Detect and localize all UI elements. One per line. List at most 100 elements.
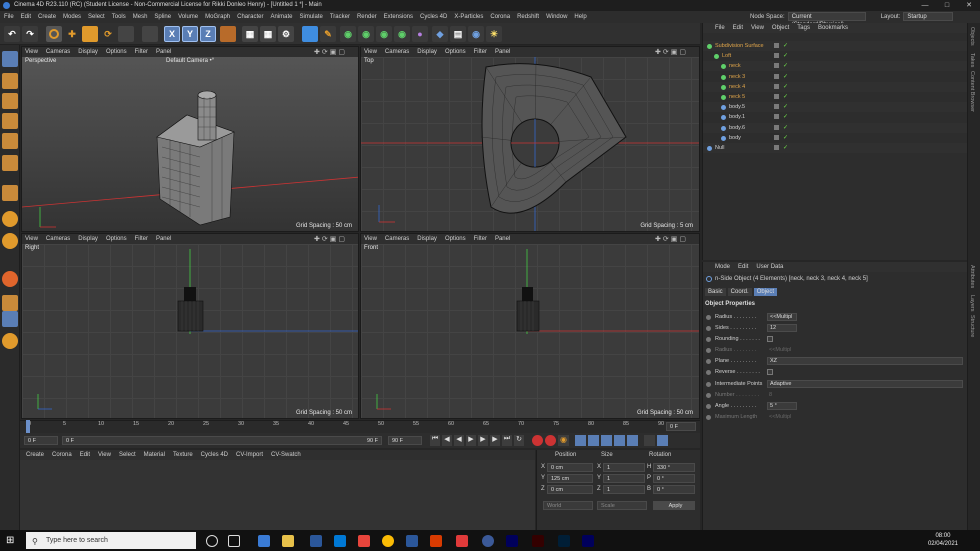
solo-icon[interactable] (2, 295, 18, 311)
cinema4d-taskbar-icon[interactable] (482, 535, 494, 547)
keyframe-dot-icon[interactable] (706, 370, 711, 375)
snap-settings-icon[interactable] (2, 233, 18, 249)
menu-create[interactable]: Create (38, 14, 56, 20)
layer-tag-icon[interactable] (774, 145, 779, 150)
cloner-icon[interactable]: ◉ (358, 26, 374, 42)
layout-dropdown[interactable]: Startup (903, 12, 954, 21)
viewport-right[interactable]: View Cameras Display Options Filter Panel ✚⟳▣… (21, 233, 359, 419)
object-row[interactable]: body.6 ✓ (703, 122, 968, 133)
edge-icon[interactable] (258, 535, 270, 547)
scale-icon[interactable] (82, 26, 98, 42)
vp-menu-filter[interactable]: Filter (135, 49, 148, 55)
object-row[interactable]: Loft ✓ (703, 51, 968, 61)
object-menu-file[interactable]: File (715, 25, 725, 31)
after-effects-icon[interactable] (506, 535, 518, 547)
material-menu-corona[interactable]: Corona (52, 452, 72, 458)
field-icon[interactable]: ● (412, 26, 428, 42)
minimize-icon[interactable]: — (914, 0, 936, 11)
side-tab-structure[interactable]: Structure (969, 315, 975, 337)
vp-menu-panel[interactable]: Panel (495, 49, 510, 55)
record-icon[interactable] (532, 435, 543, 446)
rotation-field[interactable]: 0 ° (653, 474, 695, 483)
coordinate-system-icon[interactable] (220, 26, 236, 42)
visibility-check-icon[interactable]: ✓ (783, 61, 788, 71)
menu-render[interactable]: Render (357, 14, 377, 20)
taskbar-search-input[interactable]: Type here to search (26, 532, 196, 549)
task-view-icon[interactable] (228, 535, 240, 547)
taskbar-clock[interactable]: 08:00 02/04/2021 (928, 532, 958, 548)
material-menu-cv-swatch[interactable]: CV-Swatch (271, 452, 301, 458)
rotation-field[interactable]: 330 ° (653, 463, 695, 472)
menu-help[interactable]: Help (574, 14, 586, 20)
pen-icon[interactable]: ✎ (320, 26, 336, 42)
move-icon[interactable]: ✚ (64, 26, 80, 42)
position-field[interactable]: 0 cm (547, 463, 593, 472)
visibility-check-icon[interactable]: ✓ (783, 72, 788, 82)
object-row[interactable]: Subdivision Surface ✓ (703, 41, 968, 51)
light-icon[interactable]: ☀ (486, 26, 502, 42)
property-checkbox[interactable] (767, 369, 773, 375)
property-value-field[interactable]: <<Multipl (767, 313, 797, 321)
x-axis-lock-icon[interactable]: X (164, 26, 180, 42)
vp-menu-cameras[interactable]: Cameras (385, 236, 409, 242)
subdivision-surface-icon[interactable]: ◉ (340, 26, 356, 42)
vp-menu-panel[interactable]: Panel (495, 236, 510, 242)
start-frame-field[interactable]: 0 F (24, 436, 58, 445)
loop-icon[interactable]: ↻ (514, 435, 524, 446)
vp-menu-cameras[interactable]: Cameras (46, 236, 70, 242)
visibility-check-icon[interactable]: ✓ (783, 123, 788, 133)
points-mode-icon[interactable] (2, 73, 18, 89)
layer-tag-icon[interactable] (774, 73, 779, 79)
keyframe-dot-icon[interactable] (706, 404, 711, 409)
menu-tools[interactable]: Tools (112, 14, 126, 20)
go-to-end-icon[interactable]: ⏭ (502, 435, 512, 446)
attribute-menu-user-data[interactable]: User Data (756, 264, 783, 270)
menu-tracker[interactable]: Tracker (330, 14, 350, 20)
key-pla-icon[interactable] (627, 435, 638, 446)
object-row[interactable]: neck 3 ✓ (703, 72, 968, 82)
vp-menu-display[interactable]: Display (417, 236, 437, 242)
model-mode-icon[interactable] (142, 26, 158, 42)
property-value-field[interactable]: 12 (767, 324, 797, 332)
cube-icon[interactable] (302, 26, 318, 42)
side-tab-layers[interactable]: Layers (969, 295, 975, 312)
word-icon[interactable] (406, 535, 418, 547)
object-row[interactable]: body.5 ✓ (703, 102, 968, 113)
snap-icon[interactable] (2, 211, 18, 227)
attribute-tab-coord[interactable]: Coord. (727, 288, 752, 296)
office-icon[interactable] (358, 535, 370, 547)
rotation-field[interactable]: 0 ° (653, 485, 695, 494)
vp-menu-view[interactable]: View (25, 49, 38, 55)
material-menu-create[interactable]: Create (26, 452, 44, 458)
keyframe-dot-icon[interactable] (706, 315, 711, 320)
keyframe-dot-icon[interactable] (706, 348, 711, 353)
recent-tools-icon[interactable] (118, 26, 134, 42)
key-position-icon[interactable] (575, 435, 586, 446)
vp-menu-filter[interactable]: Filter (474, 236, 487, 242)
vp-menu-view[interactable]: View (25, 236, 38, 242)
visibility-check-icon[interactable]: ✓ (783, 112, 788, 122)
undo-icon[interactable]: ↶ (4, 26, 20, 42)
menu-character[interactable]: Character (237, 14, 263, 20)
property-value-field[interactable]: 5 ° (767, 402, 797, 410)
menu-simulate[interactable]: Simulate (300, 14, 323, 20)
object-menu-tags[interactable]: Tags (797, 25, 810, 31)
vp-menu-display[interactable]: Display (78, 49, 98, 55)
next-frame-icon[interactable]: ▶ (478, 435, 488, 446)
vp-menu-cameras[interactable]: Cameras (46, 49, 70, 55)
menu-select[interactable]: Select (88, 14, 105, 20)
vp-menu-options[interactable]: Options (445, 236, 466, 242)
vp-menu-view[interactable]: View (364, 236, 377, 242)
dope-sheet-icon[interactable] (657, 435, 668, 446)
mail-icon[interactable] (334, 535, 346, 547)
keyframe-dot-icon[interactable] (706, 393, 711, 398)
deformer-icon[interactable]: ◉ (394, 26, 410, 42)
material-menu-select[interactable]: Select (119, 452, 136, 458)
keyframe-dot-icon[interactable] (706, 415, 711, 420)
camera-icon[interactable]: ◉ (468, 26, 484, 42)
object-menu-edit[interactable]: Edit (733, 25, 743, 31)
vp-menu-filter[interactable]: Filter (135, 236, 148, 242)
edges-mode-icon[interactable] (2, 93, 18, 109)
material-menu-edit[interactable]: Edit (80, 452, 90, 458)
apply-button[interactable]: Apply (653, 501, 695, 510)
